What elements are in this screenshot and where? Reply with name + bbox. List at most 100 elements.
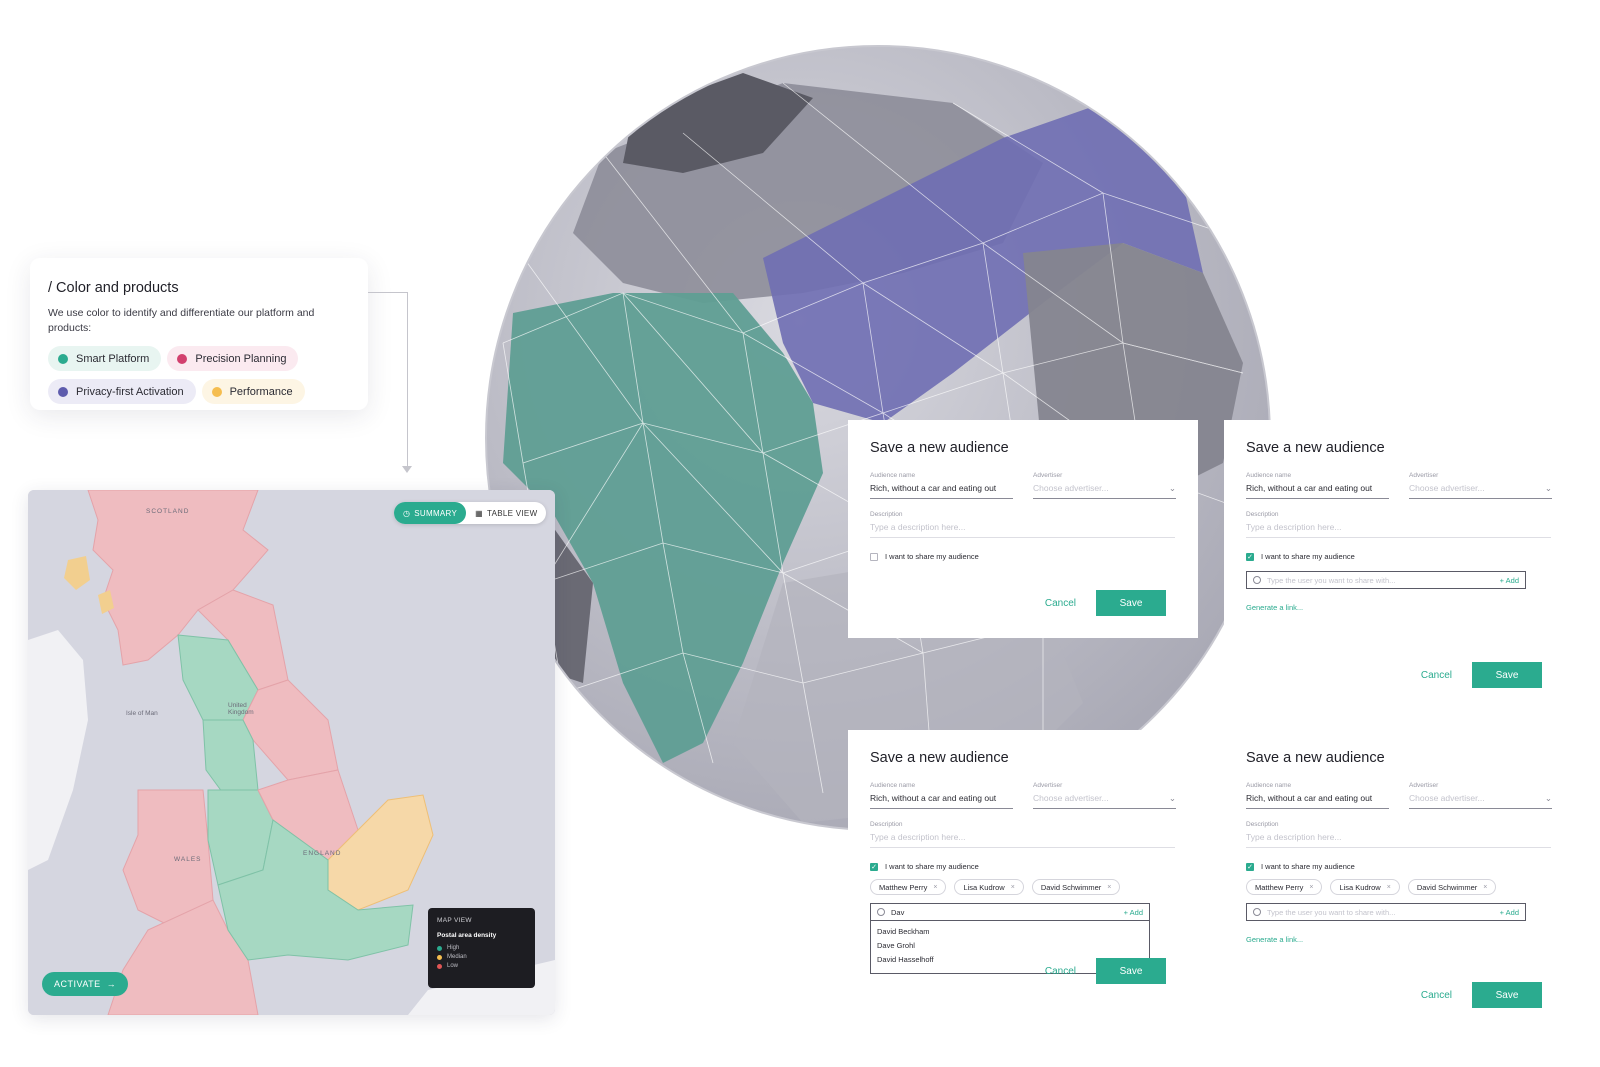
dialog-title: Save a new audience bbox=[870, 750, 1009, 766]
dot-icon bbox=[58, 353, 68, 364]
audience-name-label: Audience name bbox=[1246, 782, 1292, 789]
chevron-down-icon: ⌄ bbox=[1544, 483, 1552, 493]
chip-label: Performance bbox=[229, 385, 293, 398]
save-button[interactable]: Save bbox=[1472, 982, 1542, 1008]
shared-user-tags: Matthew Perry × Lisa Kudrow × David Schwim… bbox=[1246, 879, 1552, 895]
close-icon[interactable]: × bbox=[1483, 884, 1487, 891]
save-audience-dialog: Save a new audience Audience name Rich, … bbox=[848, 420, 1198, 638]
activate-button[interactable]: ACTIVATE → bbox=[42, 972, 129, 996]
save-button[interactable]: Save bbox=[1096, 590, 1166, 616]
connector-line bbox=[407, 292, 408, 468]
tag-label: Lisa Kudrow bbox=[1339, 882, 1381, 892]
chip-label: Privacy-first Activation bbox=[76, 385, 184, 398]
advertiser-select[interactable]: Choose advertiser... ⌄ bbox=[1409, 483, 1552, 499]
activate-label: ACTIVATE bbox=[54, 979, 101, 989]
close-icon[interactable]: × bbox=[1107, 884, 1111, 891]
audience-name-input[interactable]: Rich, without a car and eating out bbox=[1246, 483, 1389, 499]
dot-icon bbox=[58, 386, 68, 397]
close-icon[interactable]: × bbox=[933, 884, 937, 891]
audience-name-label: Audience name bbox=[870, 782, 916, 789]
share-checkbox-row[interactable]: ✓ I want to share my audience bbox=[870, 862, 1176, 871]
uk-map-panel[interactable]: SCOTLAND WALES ENGLAND Isle of Man Unite… bbox=[28, 490, 555, 1015]
description-input[interactable]: Type a description here... bbox=[1246, 832, 1551, 848]
share-user-input[interactable]: Type the user you want to share with... … bbox=[1246, 571, 1526, 589]
advertiser-placeholder: Choose advertiser... bbox=[1409, 793, 1485, 803]
dot-icon bbox=[211, 386, 222, 397]
chip-smart-platform: Smart Platform bbox=[48, 346, 162, 371]
advertiser-label: Advertiser bbox=[1409, 472, 1439, 479]
level-label: Low bbox=[447, 963, 459, 969]
map-label-england: ENGLAND bbox=[303, 850, 342, 857]
chip-precision-planning: Precision Planning bbox=[167, 346, 299, 371]
generate-link[interactable]: Generate a link... bbox=[1246, 935, 1552, 944]
close-icon[interactable]: × bbox=[1011, 884, 1015, 891]
cancel-button[interactable]: Cancel bbox=[1421, 670, 1452, 681]
level-label: High bbox=[447, 945, 460, 951]
user-tag[interactable]: David Schwimmer × bbox=[1407, 879, 1497, 895]
audience-name-input[interactable]: Rich, without a car and eating out bbox=[870, 793, 1013, 809]
share-checkbox-checked[interactable]: ✓ bbox=[1246, 552, 1254, 561]
autocomplete-option[interactable]: Dave Grohl bbox=[877, 939, 1143, 953]
user-tag[interactable]: David Schwimmer × bbox=[1031, 879, 1121, 895]
toggle-summary[interactable]: ◷ SUMMARY bbox=[394, 502, 467, 524]
advertiser-placeholder: Choose advertiser... bbox=[1033, 483, 1109, 493]
advertiser-select[interactable]: Choose advertiser... ⌄ bbox=[1033, 483, 1176, 499]
add-user-button[interactable]: + Add bbox=[1124, 908, 1143, 917]
legend-row-high: High bbox=[437, 945, 526, 951]
audience-name-input[interactable]: Rich, without a car and eating out bbox=[1246, 793, 1389, 809]
arrow-down-icon bbox=[402, 466, 412, 473]
chip-performance: Performance bbox=[201, 379, 305, 404]
chevron-down-icon: ⌄ bbox=[1168, 483, 1176, 493]
cancel-button[interactable]: Cancel bbox=[1421, 990, 1452, 1001]
share-user-input[interactable]: Type the user you want to share with... … bbox=[1246, 903, 1526, 921]
cancel-button[interactable]: Cancel bbox=[1045, 966, 1076, 977]
share-checkbox-row[interactable]: ✓ I want to share my audience bbox=[1246, 552, 1552, 561]
share-checkbox-row[interactable]: ✓ I want to share my audience bbox=[1246, 862, 1552, 871]
shared-user-tags: Matthew Perry × Lisa Kudrow × David Schwim… bbox=[870, 879, 1176, 895]
cancel-button[interactable]: Cancel bbox=[1045, 598, 1076, 609]
user-tag[interactable]: Matthew Perry × bbox=[870, 879, 947, 895]
description-input[interactable]: Type a description here... bbox=[870, 832, 1175, 848]
save-button[interactable]: Save bbox=[1472, 662, 1542, 688]
add-user-button[interactable]: + Add bbox=[1500, 576, 1519, 585]
tag-label: Matthew Perry bbox=[1255, 882, 1304, 892]
arrow-right-icon: → bbox=[106, 979, 117, 989]
toggle-table-view[interactable]: ▦ TABLE VIEW bbox=[466, 502, 546, 524]
user-tag[interactable]: Lisa Kudrow × bbox=[954, 879, 1024, 895]
share-user-input[interactable]: Dav + Add bbox=[870, 903, 1150, 921]
generate-link[interactable]: Generate a link... bbox=[1246, 603, 1552, 612]
audience-name-input[interactable]: Rich, without a car and eating out bbox=[870, 483, 1013, 499]
tooltip-title: MAP VIEW bbox=[437, 917, 472, 924]
add-user-button[interactable]: + Add bbox=[1500, 908, 1519, 917]
share-checkbox-checked[interactable]: ✓ bbox=[870, 862, 878, 871]
clock-icon: ◷ bbox=[403, 508, 411, 518]
share-placeholder: Type the user you want to share with... bbox=[1267, 907, 1396, 917]
dialog-title: Save a new audience bbox=[1246, 750, 1385, 766]
save-audience-dialog-sharing: Save a new audience Audience name Rich, … bbox=[1224, 420, 1574, 710]
map-label-isle-of-man: Isle of Man bbox=[126, 710, 158, 717]
share-query: Dav bbox=[891, 907, 905, 917]
share-checkbox-checked[interactable]: ✓ bbox=[1246, 862, 1254, 871]
user-tag[interactable]: Lisa Kudrow × bbox=[1330, 879, 1400, 895]
chip-label: Smart Platform bbox=[76, 352, 150, 365]
share-checkbox[interactable] bbox=[870, 552, 878, 561]
autocomplete-option[interactable]: David Beckham bbox=[877, 925, 1143, 939]
description-input[interactable]: Type a description here... bbox=[870, 522, 1175, 538]
view-toggle[interactable]: ◷ SUMMARY ▦ TABLE VIEW bbox=[394, 502, 547, 524]
user-tag[interactable]: Matthew Perry × bbox=[1246, 879, 1323, 895]
color-products-card: / Color and products We use color to ide… bbox=[30, 258, 368, 410]
map-label-wales: WALES bbox=[174, 856, 202, 863]
chevron-down-icon: ⌄ bbox=[1168, 793, 1176, 803]
connector-line bbox=[368, 292, 408, 293]
description-input[interactable]: Type a description here... bbox=[1246, 522, 1551, 538]
share-label: I want to share my audience bbox=[1261, 552, 1355, 561]
advertiser-select[interactable]: Choose advertiser... ⌄ bbox=[1033, 793, 1176, 809]
advertiser-select[interactable]: Choose advertiser... ⌄ bbox=[1409, 793, 1552, 809]
share-checkbox-row[interactable]: I want to share my audience bbox=[870, 552, 1176, 561]
share-placeholder: Type the user you want to share with... bbox=[1267, 575, 1396, 585]
close-icon[interactable]: × bbox=[1387, 884, 1391, 891]
close-icon[interactable]: × bbox=[1309, 884, 1313, 891]
save-button[interactable]: Save bbox=[1096, 958, 1166, 984]
dot-icon bbox=[177, 353, 188, 364]
chip-label: Precision Planning bbox=[195, 352, 287, 365]
